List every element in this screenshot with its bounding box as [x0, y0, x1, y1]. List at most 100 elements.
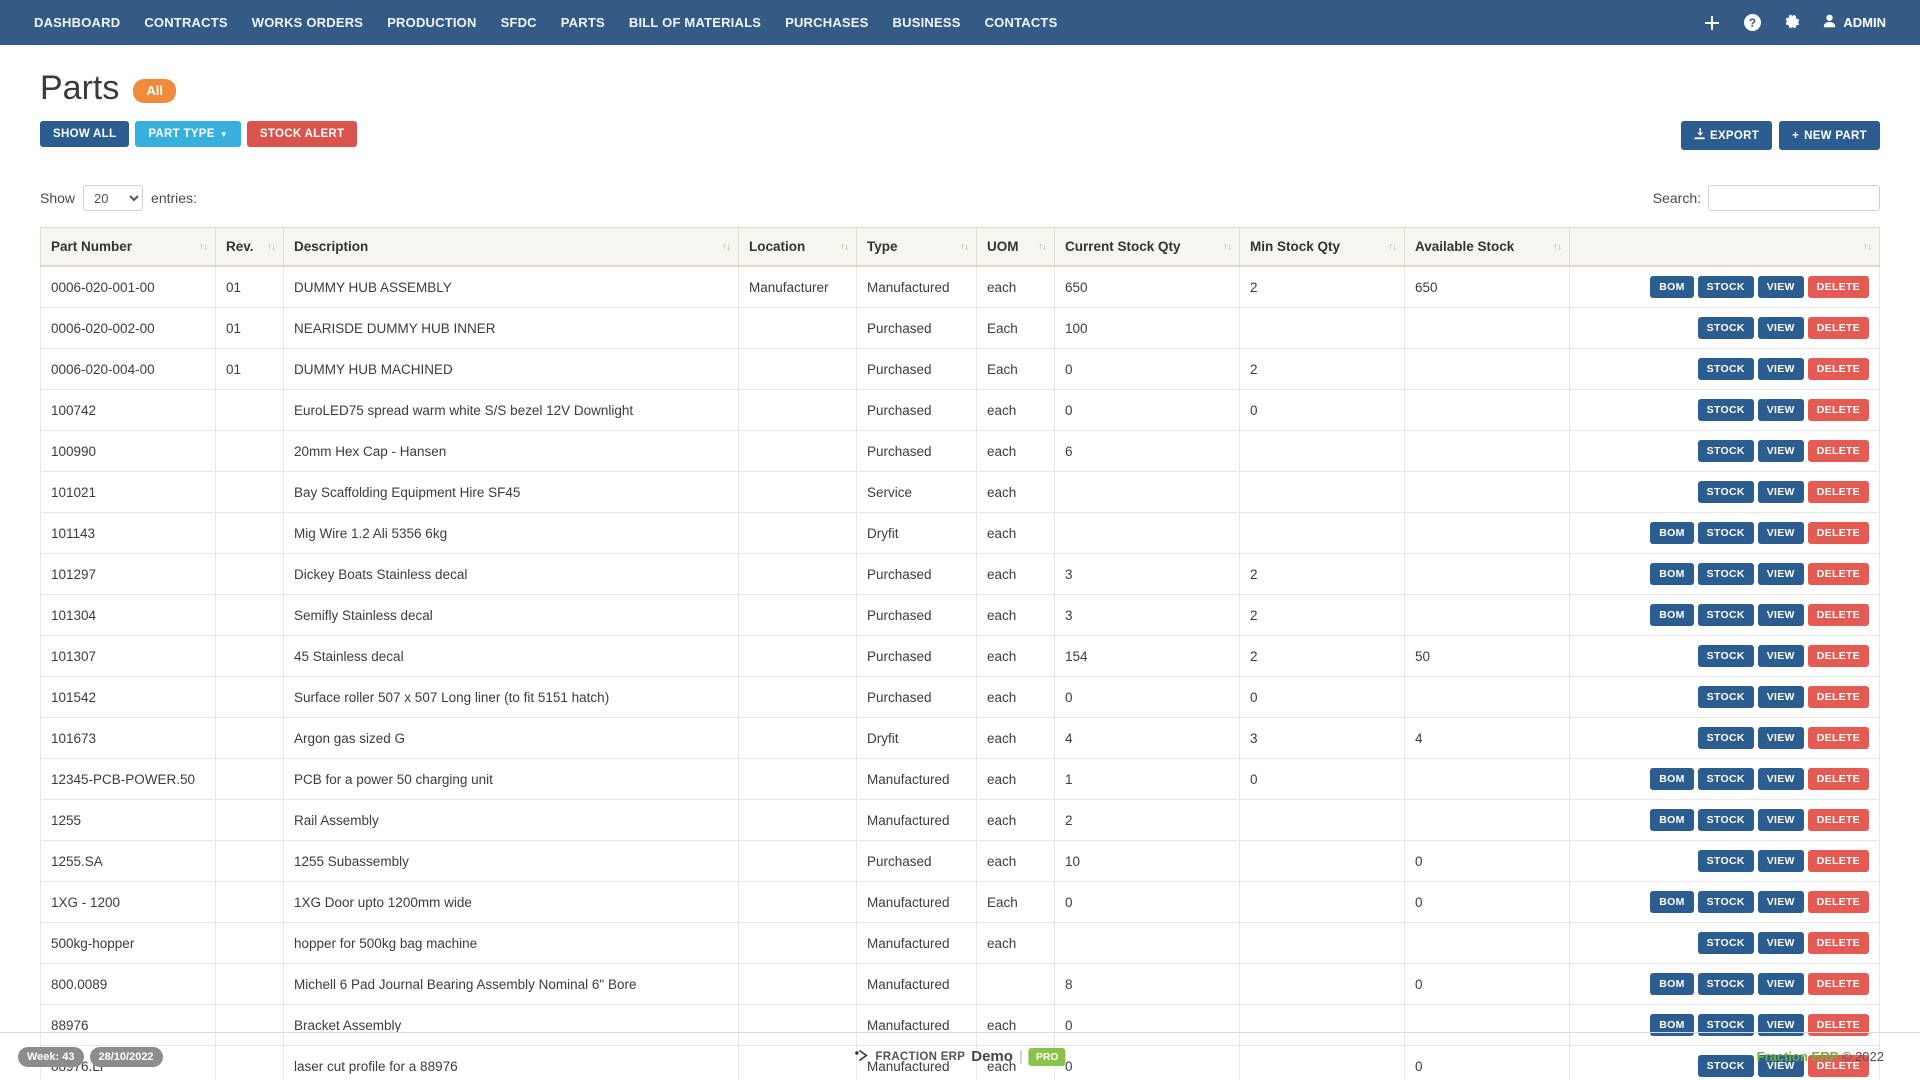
sort-icon[interactable]: ↑↓ [722, 241, 731, 252]
nav-item-contacts[interactable]: CONTACTS [973, 15, 1070, 30]
view-button[interactable]: VIEW [1757, 440, 1804, 462]
nav-item-dashboard[interactable]: DASHBOARD [22, 15, 132, 30]
delete-button[interactable]: DELETE [1807, 276, 1869, 298]
delete-button[interactable]: DELETE [1807, 481, 1869, 503]
bom-button[interactable]: BOM [1650, 973, 1694, 995]
bom-button[interactable]: BOM [1650, 604, 1694, 626]
stock-button[interactable]: STOCK [1697, 973, 1754, 995]
view-button[interactable]: VIEW [1757, 522, 1804, 544]
stock-button[interactable]: STOCK [1697, 645, 1754, 667]
nav-item-purchases[interactable]: PURCHASES [773, 15, 880, 30]
view-button[interactable]: VIEW [1757, 399, 1804, 421]
view-button[interactable]: VIEW [1757, 973, 1804, 995]
bom-button[interactable]: BOM [1650, 891, 1694, 913]
page-size-select[interactable]: 20 [83, 185, 144, 211]
plus-icon[interactable] [1703, 14, 1721, 32]
bom-button[interactable]: BOM [1650, 276, 1694, 298]
delete-button[interactable]: DELETE [1807, 727, 1869, 749]
col-header-available-stock[interactable]: Available Stock ↑↓ [1404, 227, 1570, 267]
delete-button[interactable]: DELETE [1807, 399, 1869, 421]
export-button[interactable]: EXPORT [1680, 121, 1773, 150]
view-button[interactable]: VIEW [1757, 809, 1804, 831]
stock-button[interactable]: STOCK [1697, 727, 1754, 749]
nav-item-works-orders[interactable]: WORKS ORDERS [240, 15, 375, 30]
view-button[interactable]: VIEW [1757, 645, 1804, 667]
col-header-type[interactable]: Type ↑↓ [856, 227, 977, 267]
sort-icon[interactable]: ↑↓ [267, 241, 276, 252]
stock-button[interactable]: STOCK [1697, 276, 1754, 298]
view-button[interactable]: VIEW [1757, 850, 1804, 872]
sort-icon[interactable]: ↑↓ [1388, 241, 1397, 252]
delete-button[interactable]: DELETE [1807, 522, 1869, 544]
delete-button[interactable]: DELETE [1807, 686, 1869, 708]
bom-button[interactable]: BOM [1650, 768, 1694, 790]
col-header-min-stock-qty[interactable]: Min Stock Qty ↑↓ [1239, 227, 1405, 267]
user-menu[interactable]: ADMIN [1823, 14, 1886, 31]
nav-item-contracts[interactable]: CONTRACTS [132, 15, 239, 30]
stock-button[interactable]: STOCK [1697, 809, 1754, 831]
sort-icon[interactable]: ↑↓ [1223, 241, 1232, 252]
stock-button[interactable]: STOCK [1697, 481, 1754, 503]
delete-button[interactable]: DELETE [1807, 973, 1869, 995]
bom-button[interactable]: BOM [1650, 563, 1694, 585]
view-button[interactable]: VIEW [1757, 317, 1804, 339]
sort-icon[interactable]: ↑↓ [960, 241, 969, 252]
col-header-location[interactable]: Location ↑↓ [738, 227, 857, 267]
delete-button[interactable]: DELETE [1807, 645, 1869, 667]
col-header-uom[interactable]: UOM ↑↓ [976, 227, 1055, 267]
view-button[interactable]: VIEW [1757, 481, 1804, 503]
nav-item-parts[interactable]: PARTS [549, 15, 617, 30]
search-input[interactable] [1708, 185, 1880, 211]
col-header-description[interactable]: Description ↑↓ [283, 227, 739, 267]
gear-icon[interactable] [1783, 14, 1801, 32]
delete-button[interactable]: DELETE [1807, 850, 1869, 872]
view-button[interactable]: VIEW [1757, 768, 1804, 790]
delete-button[interactable]: DELETE [1807, 891, 1869, 913]
col-header-current-stock-qty[interactable]: Current Stock Qty ↑↓ [1054, 227, 1240, 267]
stock-button[interactable]: STOCK [1697, 399, 1754, 421]
col-header-rev[interactable]: Rev. ↑↓ [215, 227, 284, 267]
view-button[interactable]: VIEW [1757, 932, 1804, 954]
stock-button[interactable]: STOCK [1697, 563, 1754, 585]
nav-item-production[interactable]: PRODUCTION [375, 15, 488, 30]
delete-button[interactable]: DELETE [1807, 809, 1869, 831]
stock-alert-button[interactable]: STOCK ALERT [246, 121, 358, 147]
view-button[interactable]: VIEW [1757, 686, 1804, 708]
stock-button[interactable]: STOCK [1697, 891, 1754, 913]
nav-item-bill-of-materials[interactable]: BILL OF MATERIALS [617, 15, 773, 30]
delete-button[interactable]: DELETE [1807, 768, 1869, 790]
sort-icon[interactable]: ↑↓ [199, 241, 208, 252]
view-button[interactable]: VIEW [1757, 276, 1804, 298]
bom-button[interactable]: BOM [1650, 809, 1694, 831]
stock-button[interactable]: STOCK [1697, 522, 1754, 544]
stock-button[interactable]: STOCK [1697, 768, 1754, 790]
sort-icon[interactable]: ↑↓ [1553, 241, 1562, 252]
sort-icon[interactable]: ↑↓ [1038, 241, 1047, 252]
stock-button[interactable]: STOCK [1697, 358, 1754, 380]
bom-button[interactable]: BOM [1650, 522, 1694, 544]
delete-button[interactable]: DELETE [1807, 604, 1869, 626]
stock-button[interactable]: STOCK [1697, 440, 1754, 462]
show-all-button[interactable]: SHOW ALL [40, 121, 130, 147]
nav-item-sfdc[interactable]: SFDC [489, 15, 549, 30]
view-button[interactable]: VIEW [1757, 358, 1804, 380]
stock-button[interactable]: STOCK [1697, 317, 1754, 339]
delete-button[interactable]: DELETE [1807, 317, 1869, 339]
new-part-button[interactable]: + NEW PART [1779, 121, 1880, 150]
delete-button[interactable]: DELETE [1807, 563, 1869, 585]
delete-button[interactable]: DELETE [1807, 440, 1869, 462]
help-circle-icon[interactable]: ? [1743, 14, 1761, 32]
view-button[interactable]: VIEW [1757, 604, 1804, 626]
view-button[interactable]: VIEW [1757, 563, 1804, 585]
stock-button[interactable]: STOCK [1697, 932, 1754, 954]
stock-button[interactable]: STOCK [1697, 850, 1754, 872]
delete-button[interactable]: DELETE [1807, 358, 1869, 380]
delete-button[interactable]: DELETE [1807, 932, 1869, 954]
part-type-dropdown-button[interactable]: PART TYPE ▼ [135, 121, 241, 147]
nav-item-business[interactable]: BUSINESS [881, 15, 973, 30]
stock-button[interactable]: STOCK [1697, 686, 1754, 708]
sort-icon[interactable]: ↑↓ [1863, 241, 1872, 252]
col-header-actions[interactable]: ↑↓ [1569, 227, 1880, 267]
col-header-part-number[interactable]: Part Number ↑↓ [40, 227, 216, 267]
view-button[interactable]: VIEW [1757, 727, 1804, 749]
